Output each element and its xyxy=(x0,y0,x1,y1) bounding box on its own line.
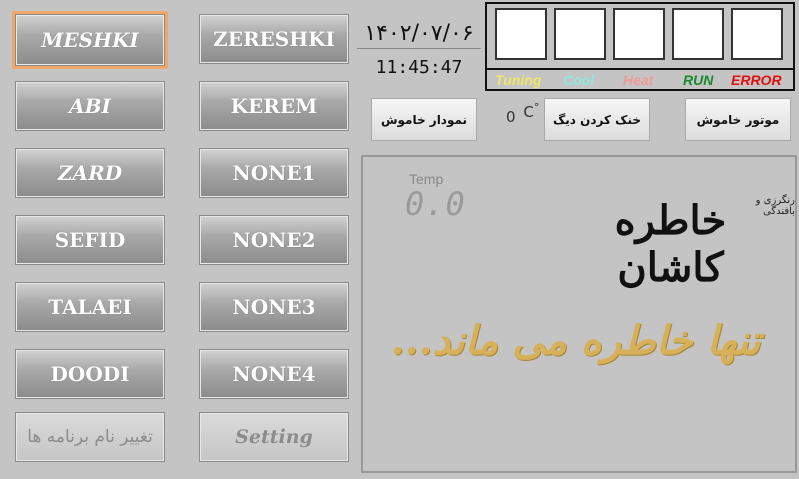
program-button-zereshki[interactable]: ZERESHKI xyxy=(199,14,349,64)
status-run-label: RUN xyxy=(683,72,714,88)
logo-title: خاطره کاشان xyxy=(614,197,727,291)
program-button-none1[interactable]: NONE1 xyxy=(199,148,349,198)
temperature-unit: C xyxy=(523,103,534,121)
status-heat-label: Heat xyxy=(623,72,654,88)
temperature-readout: 0 C° xyxy=(506,101,539,126)
temp-value: 0.0 xyxy=(405,185,466,223)
indicator-lamp-run xyxy=(672,8,724,60)
indicator-lamp-heat xyxy=(613,8,665,60)
slogan-text: تنها خاطره می ماند... xyxy=(390,317,761,364)
status-error-label: ERROR xyxy=(731,72,782,88)
program-button-abi[interactable]: ABI xyxy=(15,81,165,131)
status-indicator-panel: Tuning Cool Heat RUN ERROR xyxy=(485,2,795,91)
setting-button[interactable]: Setting xyxy=(199,412,349,462)
date-display: ۱۴۰۲/۰۷/۰۶ xyxy=(357,20,481,49)
program-button-none4[interactable]: NONE4 xyxy=(199,349,349,399)
status-cool-label: Cool xyxy=(563,72,595,88)
indicator-lamp-error xyxy=(731,8,783,60)
program-button-doodi[interactable]: DOODI xyxy=(15,349,165,399)
chart-off-button[interactable]: نمودار خاموش xyxy=(371,98,477,141)
temperature-reading: 0 xyxy=(506,108,516,126)
program-button-none2[interactable]: NONE2 xyxy=(199,215,349,265)
main-display-panel: Temp 0.0 رنگرزی و بافندگی خاطره کاشان تن… xyxy=(361,155,797,473)
time-display: 11:45:47 xyxy=(375,57,463,78)
cool-pot-button[interactable]: خنک کردن دیگ xyxy=(544,98,650,141)
program-button-zard[interactable]: ZARD xyxy=(15,148,165,198)
indicator-lamp-tuning xyxy=(495,8,547,60)
indicator-lamp-cool xyxy=(554,8,606,60)
program-button-talaei[interactable]: TALAEI xyxy=(15,282,165,332)
degree-symbol: ° xyxy=(533,101,540,114)
program-button-sefid[interactable]: SEFID xyxy=(15,215,165,265)
status-tuning-label: Tuning xyxy=(495,72,542,88)
motor-off-button[interactable]: موتور خاموش xyxy=(685,98,791,141)
program-button-kerem[interactable]: KEREM xyxy=(199,81,349,131)
status-labels: Tuning Cool Heat RUN ERROR xyxy=(487,68,793,91)
program-button-meshki[interactable]: MESHKI xyxy=(15,14,165,66)
program-button-none3[interactable]: NONE3 xyxy=(199,282,349,332)
rename-programs-button[interactable]: تغيير نام برنامه ها xyxy=(15,412,165,462)
